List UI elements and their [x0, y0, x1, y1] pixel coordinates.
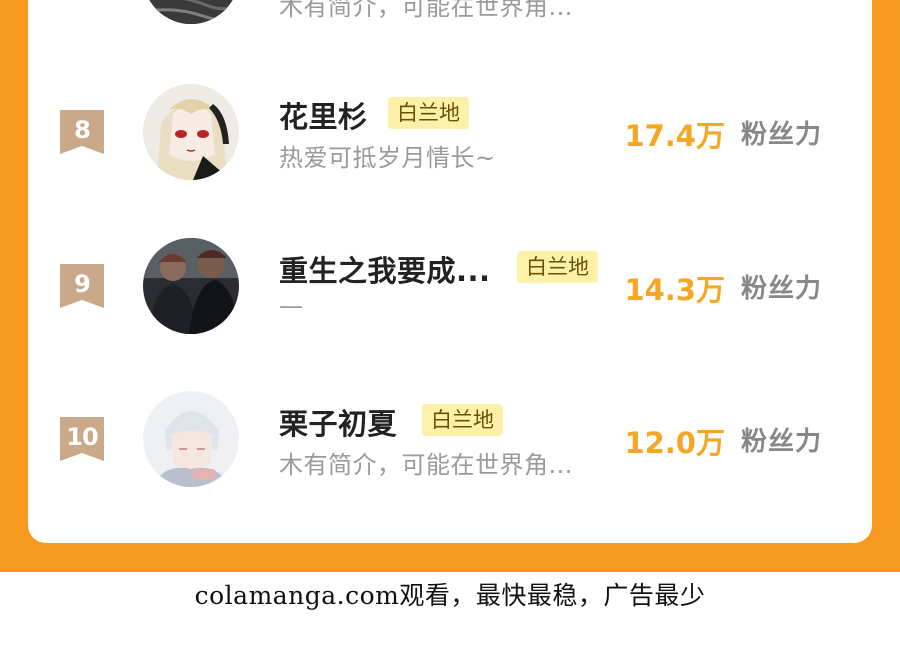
fans-value: 17.4万 [624, 119, 725, 153]
avatar[interactable] [143, 84, 239, 180]
ranking-row-9[interactable]: 9 重生之我要成... 白兰地 — 14.3万 粉丝力 [28, 235, 872, 335]
rank-number: 10 [66, 423, 98, 451]
bio-text: 木有简介，可能在世界角... [279, 0, 573, 21]
ranking-card: 木有简介，可能在世界角... 8 花里杉 白兰地 热爱可抵岁月情长~ 17.4万… [28, 0, 872, 543]
anime-girl-avatar-icon [143, 84, 239, 180]
ranking-row-8[interactable]: 8 花里杉 白兰地 热爱可抵岁月情长~ 17.4万 粉丝力 [28, 81, 872, 181]
avatar[interactable] [143, 0, 239, 24]
level-tag: 白兰地 [517, 251, 598, 283]
fans-label: 粉丝力 [740, 120, 822, 150]
ranking-row-10[interactable]: 10 栗子初夏 白兰地 木有简介，可能在世界角... 12.0万 粉丝力 [28, 388, 872, 488]
user-name[interactable]: 花里杉 [279, 94, 368, 136]
watermark-text: colamanga.com观看，最快最稳，广告最少 [194, 581, 706, 610]
rank-badge: 8 [60, 110, 104, 154]
rank-number: 8 [74, 116, 91, 144]
user-name[interactable]: 重生之我要成... [279, 248, 491, 290]
level-tag: 白兰地 [422, 404, 503, 436]
level-tag: 白兰地 [388, 97, 469, 129]
fans-label: 粉丝力 [740, 274, 822, 304]
fans-value: 12.0万 [624, 426, 725, 460]
rank-badge: 9 [60, 264, 104, 308]
fans-value: 14.3万 [624, 273, 725, 307]
photo-people-avatar-icon [143, 238, 239, 334]
anime-boy-avatar-icon [143, 391, 239, 487]
user-name[interactable]: 栗子初夏 [279, 401, 397, 443]
bio-text: 热爱可抵岁月情长~ [279, 144, 496, 172]
fans-label: 粉丝力 [740, 427, 822, 457]
avatar[interactable] [143, 238, 239, 334]
rank-badge: 10 [60, 417, 104, 461]
avatar[interactable] [143, 391, 239, 487]
rank-number: 9 [74, 270, 91, 298]
bio-text: 木有简介，可能在世界角... [279, 451, 573, 479]
bio-text: — [279, 292, 304, 320]
